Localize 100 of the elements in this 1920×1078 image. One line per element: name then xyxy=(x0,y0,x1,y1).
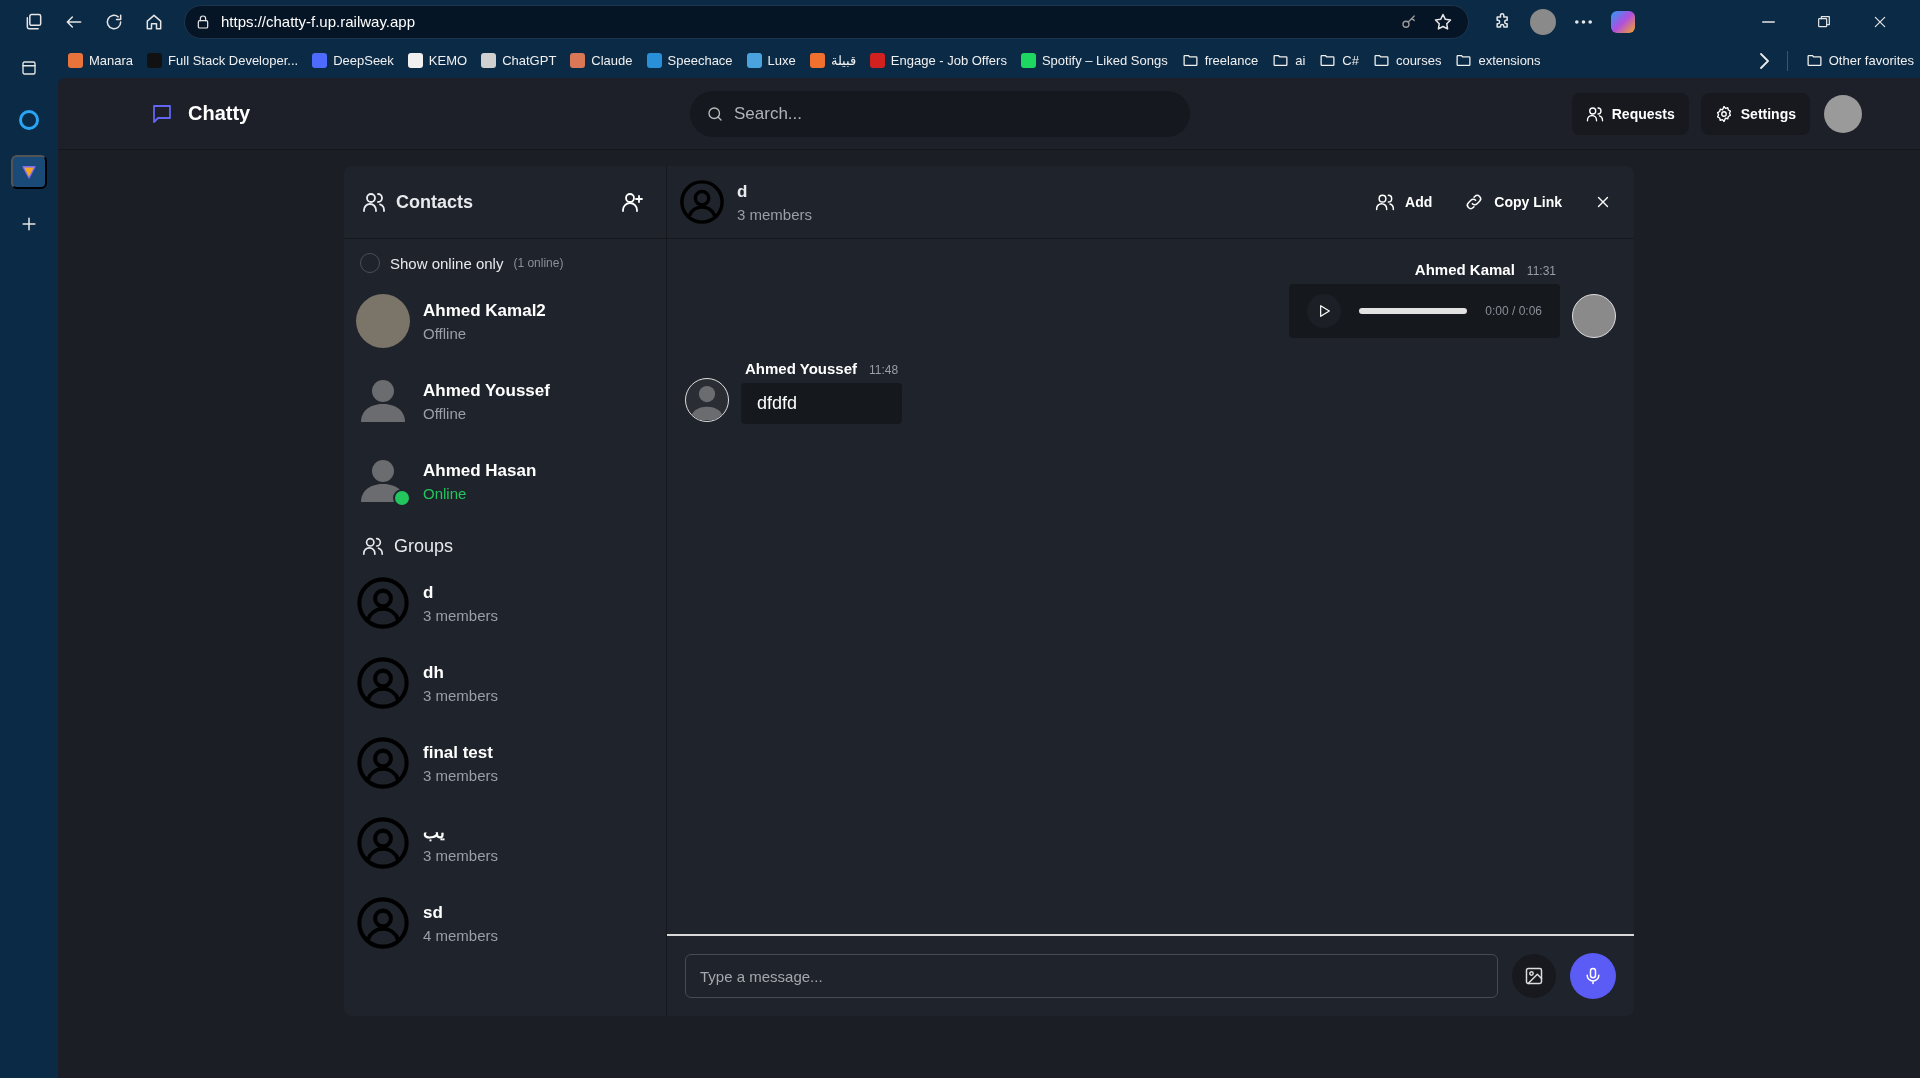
message-time: 11:31 xyxy=(1526,264,1556,278)
search-icon xyxy=(706,104,724,123)
restore-icon xyxy=(1816,13,1832,30)
group-avatar-icon xyxy=(356,816,410,870)
add-contact-button[interactable] xyxy=(620,190,644,214)
bookmark-folder[interactable]: extensions xyxy=(1455,52,1541,69)
online-count: (1 online) xyxy=(513,256,564,270)
message-input[interactable]: Type a message... xyxy=(685,954,1498,998)
bookmark-folder[interactable]: C# xyxy=(1319,52,1359,69)
photo-placeholder xyxy=(1530,8,1556,35)
users-icon xyxy=(1375,192,1396,212)
group-members: 3 members xyxy=(423,686,499,704)
contacts-heading: Contacts xyxy=(396,191,474,213)
group-avatar-icon xyxy=(356,896,410,950)
settings-button[interactable]: Settings xyxy=(1700,92,1810,135)
ring-icon xyxy=(19,110,39,130)
folder-icon xyxy=(1455,52,1473,69)
contact-item[interactable]: Ahmed Kamal2 Offline xyxy=(344,281,666,361)
active-tab-button[interactable] xyxy=(11,155,47,189)
play-button[interactable] xyxy=(1307,294,1342,328)
group-name: dh xyxy=(423,662,445,683)
users-icon xyxy=(362,190,386,214)
group-members: 3 members xyxy=(423,847,499,864)
folder-icon xyxy=(1805,52,1823,69)
group-item[interactable]: dh 3 members xyxy=(344,643,666,723)
voice-record-button[interactable] xyxy=(1570,953,1616,999)
bookmark-folder[interactable]: courses xyxy=(1372,52,1442,69)
group-item[interactable]: sd 4 members xyxy=(344,883,666,963)
app-name: Chatty xyxy=(188,102,251,125)
group-members: 3 members xyxy=(423,766,499,784)
contact-item[interactable]: Ahmed Youssef Offline xyxy=(344,361,666,441)
folder-icon xyxy=(1272,52,1290,69)
group-name: d xyxy=(423,582,435,603)
bookmark-folder[interactable]: freelance xyxy=(1181,52,1259,69)
bookmark-folder[interactable]: ai xyxy=(1272,52,1306,69)
sender-name: Ahmed Youssef xyxy=(745,360,857,377)
triangle-logo-icon xyxy=(20,163,38,181)
bookmark-link[interactable]: Engage - Job Offers xyxy=(869,53,1007,68)
requests-button[interactable]: Requests xyxy=(1571,92,1689,135)
contact-name: Ahmed Hasan xyxy=(423,460,537,481)
contact-status: Online xyxy=(423,484,468,502)
bookmark-link[interactable]: ChatGPT xyxy=(481,53,557,68)
bookmark-link[interactable]: Full Stack Developer... xyxy=(147,53,299,68)
group-members: 3 members xyxy=(423,606,499,624)
key-icon xyxy=(1400,12,1418,31)
bookmark-link[interactable]: DeepSeek xyxy=(312,53,394,68)
group-name: يب xyxy=(423,822,446,843)
contact-status: Offline xyxy=(423,324,468,342)
bookmark-folder[interactable]: Other favorites xyxy=(1805,52,1914,69)
star-icon xyxy=(1433,11,1453,32)
group-item[interactable]: d 3 members xyxy=(344,563,666,643)
attach-image-button[interactable] xyxy=(1512,954,1556,998)
lock-icon xyxy=(195,13,211,30)
message-time: 11:48 xyxy=(869,363,899,377)
folder-icon xyxy=(1181,52,1199,69)
folder-icon xyxy=(1319,52,1337,69)
folder-icon xyxy=(1372,52,1390,69)
tabs-icon xyxy=(24,11,44,32)
bookmark-link[interactable]: KEMO xyxy=(407,53,468,68)
chat-title: d xyxy=(737,181,749,202)
bookmark-link[interactable]: Claude xyxy=(570,53,633,68)
group-members: 4 members xyxy=(423,926,499,944)
contact-name: Ahmed Youssef xyxy=(423,380,550,401)
bookmark-link[interactable]: قبيلة xyxy=(809,53,856,68)
sender-name: Ahmed Kamal xyxy=(1414,261,1515,278)
image-icon xyxy=(1524,966,1544,986)
address-bar[interactable]: https://chatty-f.up.railway.app xyxy=(184,4,1469,39)
group-avatar-icon xyxy=(356,656,410,710)
group-name: final test xyxy=(423,742,494,763)
bookmark-link[interactable]: Manara xyxy=(68,53,134,68)
copilot-logo-icon xyxy=(1611,10,1635,33)
more-dots-icon xyxy=(1574,19,1592,24)
bookmark-link[interactable]: Luxe xyxy=(746,53,796,68)
filter-label: Show online only xyxy=(390,254,504,272)
add-member-button[interactable]: Add xyxy=(1375,192,1433,212)
users-icon xyxy=(362,535,384,557)
groups-heading: Groups xyxy=(394,535,454,557)
microphone-icon xyxy=(1583,966,1603,986)
bookmark-link[interactable]: Speechace xyxy=(646,53,733,68)
contact-item[interactable]: Ahmed Hasan Online xyxy=(344,441,666,521)
group-item[interactable]: final test 3 members xyxy=(344,723,666,803)
contact-status: Offline xyxy=(423,404,468,422)
group-avatar-icon xyxy=(356,576,410,630)
group-name: sd xyxy=(423,902,444,923)
chat-subtitle: 3 members xyxy=(737,205,813,223)
url-text: https://chatty-f.up.railway.app xyxy=(221,13,416,30)
copy-link-button[interactable]: Copy Link xyxy=(1464,192,1562,212)
sidebar-icon xyxy=(20,59,38,77)
search-field[interactable]: Search... xyxy=(690,90,1190,137)
bookmark-link[interactable]: Spotify – Liked Songs xyxy=(1020,53,1168,68)
audio-progress-track[interactable] xyxy=(1359,308,1468,314)
minimize-icon xyxy=(1761,20,1775,23)
online-dot-icon xyxy=(393,489,411,507)
users-icon xyxy=(1585,104,1604,123)
group-avatar-icon xyxy=(356,736,410,790)
chevron-right-icon xyxy=(1759,52,1769,69)
group-avatar-icon xyxy=(679,179,725,225)
profile-avatar-button[interactable] xyxy=(1824,94,1862,133)
message-bubble: dfdfd xyxy=(741,383,903,424)
audio-duration: 0:00 / 0:06 xyxy=(1485,304,1542,318)
